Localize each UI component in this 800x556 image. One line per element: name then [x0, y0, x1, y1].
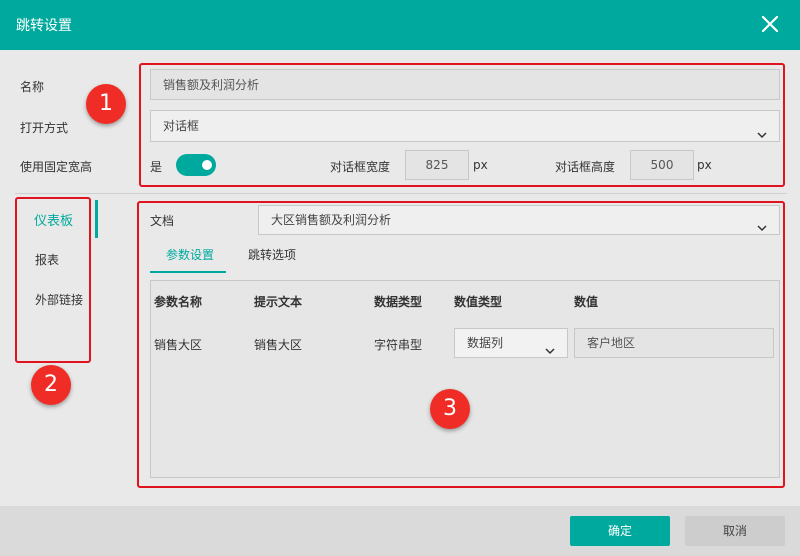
annotation-badge-3: 3	[430, 389, 470, 429]
confirm-button[interactable]: 确定	[570, 516, 670, 546]
annotation-badge-2: 2	[31, 365, 71, 405]
section-divider	[15, 193, 787, 194]
name-label: 名称	[20, 80, 45, 94]
nav-active-indicator	[95, 200, 98, 238]
annotation-box-2	[15, 197, 91, 363]
cancel-button[interactable]: 取消	[685, 516, 785, 546]
fixed-size-label: 使用固定宽高	[20, 160, 93, 174]
dialog-footer	[0, 506, 800, 556]
open-mode-label: 打开方式	[20, 121, 69, 135]
annotation-box-1	[139, 63, 785, 187]
annotation-badge-1: 1	[86, 84, 126, 124]
dialog-titlebar	[0, 0, 800, 50]
close-icon[interactable]	[758, 12, 782, 36]
dialog-title: 跳转设置	[16, 18, 72, 34]
annotation-box-3	[137, 201, 785, 488]
